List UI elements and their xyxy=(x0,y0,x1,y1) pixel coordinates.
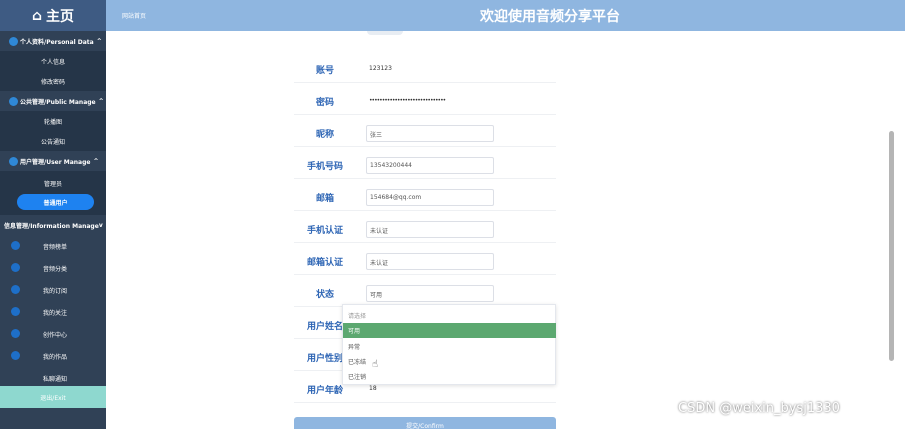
group-label: 个人资料/Personal Data xyxy=(20,38,94,46)
sidebar-group-users[interactable]: 用户管理/User Manage ^ xyxy=(0,151,106,171)
nickname-value: 张三 xyxy=(370,132,383,139)
password-value: •••••••••••••••••••••••••••••• xyxy=(369,97,446,104)
sidebar-item-creation-center[interactable]: 创作中心 xyxy=(0,323,106,345)
sidebar-item-profile[interactable]: 个人信息 xyxy=(0,51,106,71)
hand-cursor-icon: ☝ xyxy=(372,359,379,370)
sidebar-item-carousel[interactable]: 轮播图 xyxy=(0,111,106,131)
heart-icon xyxy=(11,307,20,316)
field-label: 状态 xyxy=(315,289,334,300)
home-brand-button[interactable]: ⌂ 主页 xyxy=(0,0,106,31)
tag-icon xyxy=(11,263,20,272)
field-label: 昵称 xyxy=(315,129,334,140)
phone-verify-input[interactable]: 未认证 xyxy=(366,221,494,238)
field-label: 手机认证 xyxy=(306,225,343,236)
form-row-phone: 手机号码 13543200444 xyxy=(294,151,556,179)
status-dropdown: 请选择 可用 异常 已冻结 已注销 xyxy=(342,304,556,385)
status-select[interactable]: 可用 xyxy=(366,285,494,302)
user-icon xyxy=(9,36,18,46)
submenu-personal: 个人信息 修改密码 xyxy=(0,51,106,91)
field-label: 账号 xyxy=(315,65,334,76)
dropdown-option-cancelled[interactable]: 已注销 xyxy=(343,369,556,384)
email-input[interactable]: 154684@qq.com xyxy=(366,189,494,206)
scrollbar-thumb[interactable] xyxy=(889,131,894,361)
chevron-up-icon: ^ xyxy=(93,157,99,165)
sidebar-item-audio-category[interactable]: 音频分类 xyxy=(0,257,106,279)
sidebar-group-public[interactable]: 公共管理/Public Manage ^ xyxy=(0,91,106,111)
page-title: 欢迎使用音频分享平台 xyxy=(480,9,620,25)
sidebar-item-audio-charts[interactable]: 音频榜单 xyxy=(0,235,106,257)
star-icon xyxy=(11,285,20,294)
sidebar-group-personal[interactable]: 个人资料/Personal Data ^ xyxy=(0,31,106,51)
app-window: ⌂ 主页 网站首页 欢迎使用音频分享平台 个人资料/Personal Data … xyxy=(0,0,905,429)
phone-verify-value: 未认证 xyxy=(370,228,389,235)
dropdown-option-available[interactable]: 可用 xyxy=(343,323,556,338)
sidebar-group-information[interactable]: 信息管理/Information Manage v xyxy=(0,215,106,235)
phone-input[interactable]: 13543200444 xyxy=(366,157,494,174)
sidebar-item-change-password[interactable]: 修改密码 xyxy=(0,71,106,91)
sidebar-item-normal-users[interactable]: 普通用户 xyxy=(17,194,94,210)
pencil-icon xyxy=(11,241,20,250)
form-row-email-verify: 邮箱认证 未认证 xyxy=(294,247,556,275)
dropdown-placeholder: 请选择 xyxy=(348,313,367,320)
vertical-scrollbar[interactable] xyxy=(889,31,895,429)
top-header: ⌂ 主页 网站首页 欢迎使用音频分享平台 xyxy=(0,0,905,31)
brand-label: 主页 xyxy=(46,8,75,25)
sidebar-item-label: 音频分类 xyxy=(43,265,68,273)
sidebar-item-subscriptions[interactable]: 我的订阅 xyxy=(0,279,106,301)
field-label: 邮箱认证 xyxy=(306,257,343,268)
top-tab-handle xyxy=(367,31,403,35)
email-verify-value: 未认证 xyxy=(370,260,389,267)
grid-icon xyxy=(9,96,18,106)
logout-button[interactable]: 退出/Exit xyxy=(0,386,106,408)
music-icon xyxy=(11,351,20,360)
sidebar-item-label: 私聊通知 xyxy=(43,375,68,383)
form-row-email: 邮箱 154684@qq.com xyxy=(294,183,556,211)
field-label: 邮箱 xyxy=(315,193,334,204)
email-value: 154684@qq.com xyxy=(370,194,422,201)
chevron-up-icon: ^ xyxy=(98,97,104,105)
sidebar-item-admins[interactable]: 管理员 xyxy=(0,173,106,193)
form-row-phone-verify: 手机认证 未认证 xyxy=(294,215,556,243)
sidebar-item-following[interactable]: 我的关注 xyxy=(0,301,106,323)
submit-button[interactable]: 提交/Confirm xyxy=(294,417,556,429)
watermark-text: CSDN @weixin_bysj1330 xyxy=(678,401,840,416)
main-content: 账号 123123 密码 •••••••••••••••••••••••••••… xyxy=(106,31,905,429)
sidebar-item-label: 音频榜单 xyxy=(43,243,68,251)
form-row-account: 账号 123123 xyxy=(294,55,556,83)
nickname-input[interactable]: 张三 xyxy=(366,125,494,142)
status-value: 可用 xyxy=(370,292,383,299)
form-row-nickname: 昵称 张三 xyxy=(294,119,556,147)
form-row-status: 状态 可用 xyxy=(294,279,556,307)
folder-icon xyxy=(11,329,20,338)
sidebar: 个人资料/Personal Data ^ 个人信息 修改密码 公共管理/Publ… xyxy=(0,31,106,429)
form-row-password: 密码 •••••••••••••••••••••••••••••• xyxy=(294,87,556,115)
group-label: 信息管理/Information Manage xyxy=(4,222,99,230)
sidebar-item-label: 我的作品 xyxy=(43,353,68,361)
dropdown-option-abnormal[interactable]: 异常 xyxy=(343,339,556,354)
account-value: 123123 xyxy=(369,65,392,72)
field-label: 手机号码 xyxy=(306,161,343,172)
age-value: 18 xyxy=(369,385,377,392)
sidebar-item-label: 我的订阅 xyxy=(43,287,68,295)
home-icon: ⌂ xyxy=(31,7,43,24)
group-label: 用户管理/User Manage xyxy=(20,158,91,166)
group-label: 公共管理/Public Manage xyxy=(20,98,96,106)
sidebar-item-notices[interactable]: 公告通知 xyxy=(0,131,106,151)
submenu-public: 轮播图 公告通知 xyxy=(0,111,106,151)
phone-value: 13543200444 xyxy=(370,162,412,169)
email-verify-input[interactable]: 未认证 xyxy=(366,253,494,270)
chevron-up-icon: ^ xyxy=(96,37,102,45)
sidebar-item-label: 创作中心 xyxy=(43,331,68,339)
field-label: 密码 xyxy=(315,97,334,108)
chevron-down-icon: v xyxy=(98,221,103,229)
sidebar-item-my-works[interactable]: 我的作品 xyxy=(0,345,106,367)
site-home-link[interactable]: 网站首页 xyxy=(122,11,146,20)
sidebar-item-label: 我的关注 xyxy=(43,309,68,317)
users-icon xyxy=(9,156,18,166)
submenu-users: 管理员 普通用户 xyxy=(0,171,106,215)
